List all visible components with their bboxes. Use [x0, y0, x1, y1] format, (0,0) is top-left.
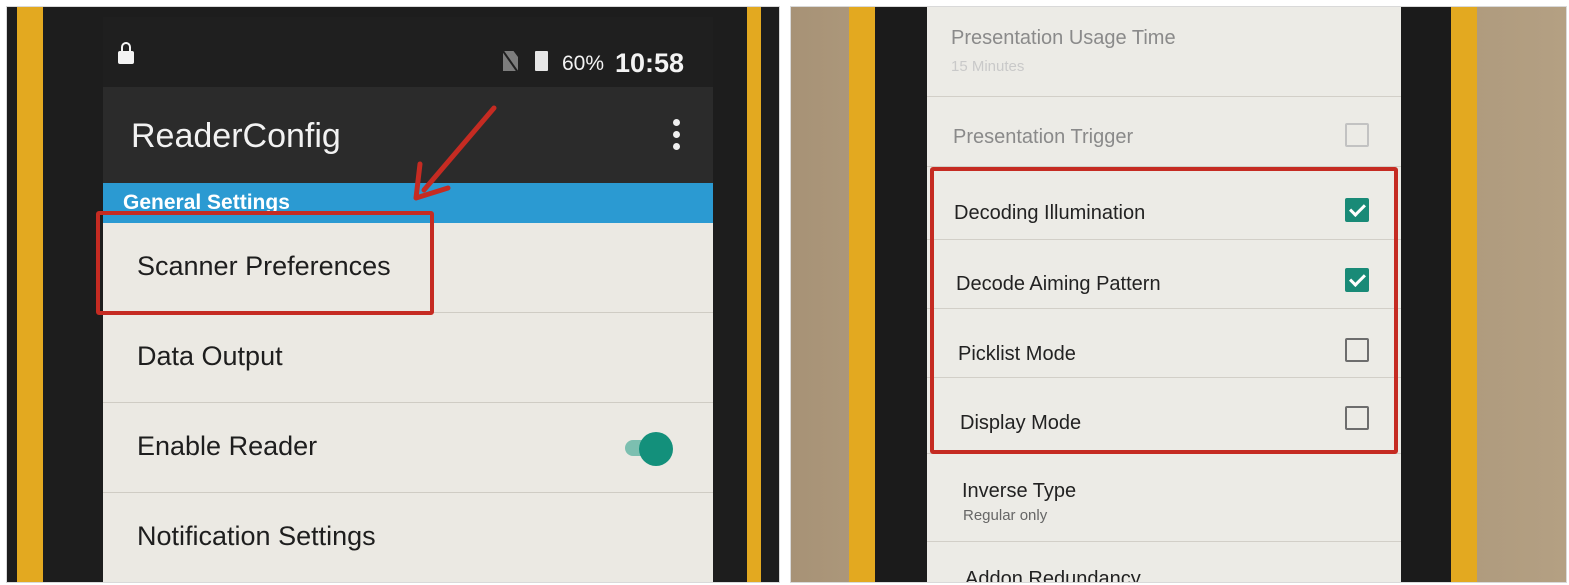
device-bezel-left [17, 7, 43, 582]
list-item-presentation-trigger[interactable]: Presentation Trigger [927, 97, 1401, 167]
device-bezel-left [849, 7, 875, 582]
list-item-label: Addon Redundancy [965, 568, 1141, 583]
device-bezel-right [747, 7, 761, 582]
app-title: ReaderConfig [131, 117, 341, 155]
list-item-label: Presentation Usage Time [951, 27, 1176, 49]
list-item-label: Data Output [137, 341, 283, 371]
list-item-addon-redundancy[interactable]: Addon Redundancy [927, 542, 1401, 583]
battery-icon [535, 51, 548, 71]
list-item-summary: Regular only [963, 507, 1048, 524]
status-bar: 60% 10:58 AM [103, 17, 713, 107]
device-frame-right [1401, 7, 1451, 582]
list-item-label: Enable Reader [137, 431, 318, 461]
highlight-box-checkbox-settings [930, 167, 1398, 454]
device-frame-left [875, 7, 927, 582]
no-sim-icon [503, 51, 518, 71]
right-screenshot-panel: Presentation Usage Time 15 Minutes Prese… [790, 6, 1567, 583]
battery-percentage: 60% [562, 52, 605, 75]
list-item-presentation-usage-time[interactable]: Presentation Usage Time 15 Minutes [927, 7, 1401, 97]
lock-icon [118, 42, 134, 64]
highlight-box-scanner-preferences [96, 211, 434, 315]
list-item-summary: 15 Minutes [951, 58, 1025, 75]
device-bezel-right [1451, 7, 1477, 582]
list-item-label: Presentation Trigger [953, 126, 1134, 148]
left-screenshot-panel: 60% 10:58 AM ReaderConfig General Settin… [6, 6, 780, 583]
list-item-notification-settings[interactable]: Notification Settings [103, 493, 713, 582]
list-item-inverse-type[interactable]: Inverse Type Regular only [927, 454, 1401, 542]
annotation-arrow [413, 105, 497, 201]
list-item-label: Inverse Type [962, 480, 1077, 502]
list-item-enable-reader[interactable]: Enable Reader [103, 403, 713, 493]
enable-reader-toggle[interactable] [639, 432, 673, 466]
section-divider [103, 582, 713, 583]
list-item-label: Notification Settings [137, 521, 376, 551]
clock-time: 10:58 [615, 48, 685, 78]
checkbox-icon[interactable] [1345, 123, 1369, 147]
list-item-data-output[interactable]: Data Output [103, 313, 713, 403]
overflow-menu-icon[interactable] [673, 119, 681, 153]
